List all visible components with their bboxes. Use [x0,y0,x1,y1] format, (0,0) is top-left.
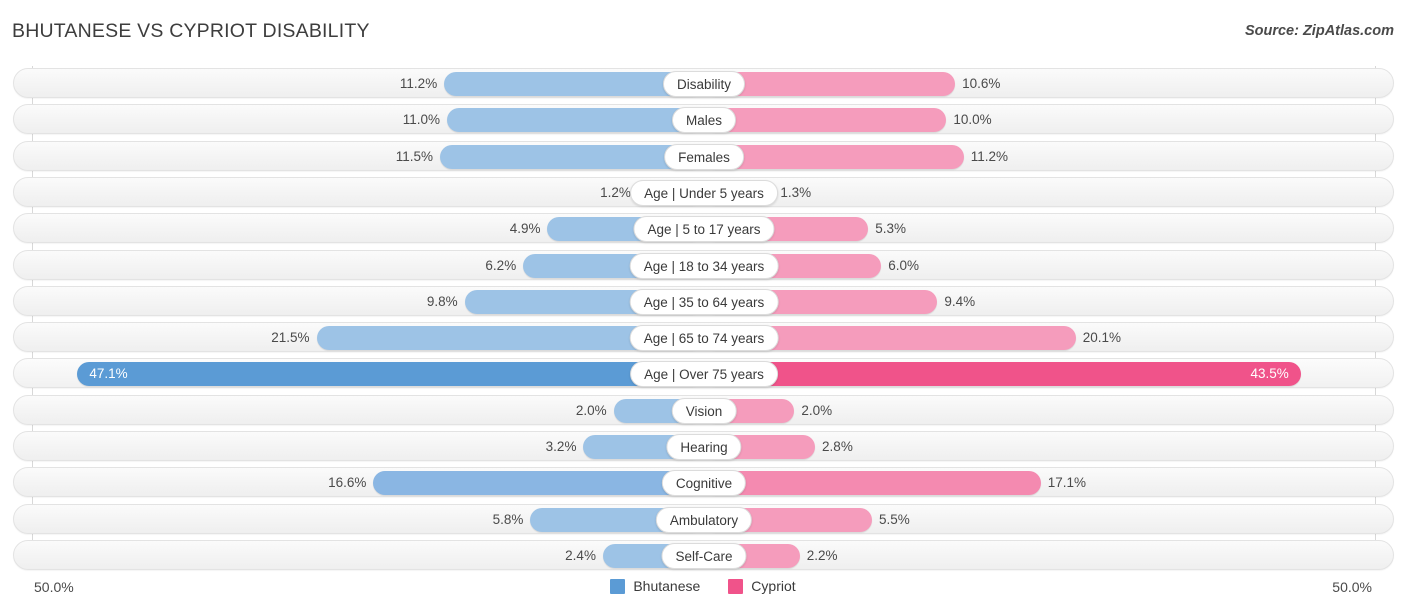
value-label-cypriot: 9.4% [944,293,976,309]
legend-item[interactable]: Cypriot [728,578,796,594]
legend-item[interactable]: Bhutanese [610,578,700,594]
row-label-pill[interactable]: Age | Over 75 years [630,361,778,388]
value-label-bhutanese: 47.1% [89,366,128,382]
chart-legend: Bhutanese Cypriot [0,578,1406,594]
value-label-cypriot: 1.3% [780,184,812,200]
legend-swatch-icon [610,578,626,594]
chart-row[interactable]: 9.8% 9.4% Age | 35 to 64 years [13,285,1394,316]
value-label-cypriot: 10.0% [953,112,992,128]
bar-cypriot[interactable] [704,108,947,133]
source-attribution: Source: ZipAtlas.com [1244,23,1394,39]
row-label-pill[interactable]: Males [671,107,737,134]
value-label-bhutanese: 3.2% [545,439,577,454]
value-label-cypriot: 20.1% [1082,330,1122,346]
row-label-pill[interactable]: Cognitive [661,470,747,497]
row-label-pill[interactable]: Disability [662,71,746,97]
bar-bhutanese[interactable] [447,108,704,133]
row-label-pill[interactable]: Vision [671,397,737,424]
value-label-bhutanese: 11.5% [395,148,433,164]
value-label-bhutanese: 4.9% [509,221,541,237]
chart-plot-area: 11.2% 10.6% Disability 11.0% 10.0% Males 11.5%… [0,58,1406,570]
chart-row[interactable]: 4.9% 5.3% Age | 5 to 17 years [13,213,1394,244]
value-label-cypriot: 6.0% [888,257,919,273]
value-label-cypriot: 17.1% [1047,475,1086,491]
page-title: BHUTANESE VS CYPRIOT DISABILITY [12,20,370,42]
chart-row[interactable]: 5.8% 5.5% Ambulatory [13,503,1394,534]
legend-swatch-icon [728,578,744,594]
value-label-cypriot: 11.2% [970,148,1009,164]
value-label-bhutanese: 16.6% [328,475,367,491]
value-label-cypriot: 5.5% [878,511,910,527]
chart-row[interactable]: 3.2% 2.8% Hearing [13,431,1394,461]
value-label-cypriot: 10.6% [962,76,1001,91]
value-label-bhutanese: 9.8% [426,293,458,309]
row-label-pill[interactable]: Self-Care [661,542,747,569]
row-label-pill[interactable]: Age | Under 5 years [630,179,778,206]
chart-footer: 50.0% 50.0% Bhutanese Cypriot [0,570,1406,612]
value-label-bhutanese: 1.2% [600,184,631,200]
value-label-bhutanese: 11.2% [399,76,438,91]
chart-row[interactable]: 16.6% 17.1% Cognitive [13,467,1394,498]
chart-row[interactable]: 21.5% 20.1% Age | 65 to 74 years [13,322,1394,353]
legend-label: Cypriot [751,578,796,594]
value-label-cypriot: 2.2% [806,547,838,563]
value-label-bhutanese: 5.8% [492,511,524,527]
row-label-pill[interactable]: Hearing [666,434,742,460]
bar-cypriot[interactable] [704,471,1041,496]
value-label-cypriot: 2.8% [822,439,853,454]
value-label-bhutanese: 21.5% [271,330,310,346]
value-label-cypriot: 2.0% [801,402,833,418]
chart-row[interactable]: 6.2% 6.0% Age | 18 to 34 years [13,249,1394,280]
chart-row[interactable]: 11.5% 11.2% Females [13,140,1394,171]
chart-row[interactable]: 11.0% 10.0% Males [13,104,1394,135]
chart-row[interactable]: 1.2% 1.3% Age | Under 5 years [13,176,1394,207]
row-label-pill[interactable]: Age | 18 to 34 years [629,252,779,279]
chart-row[interactable]: 2.4% 2.2% Self-Care [13,539,1394,570]
value-label-bhutanese: 11.0% [402,112,441,128]
chart-row[interactable]: 2.0% 2.0% Vision [13,394,1394,425]
row-label-pill[interactable]: Age | 5 to 17 years [633,216,775,243]
legend-label: Bhutanese [633,578,701,594]
chart-row[interactable]: 47.1% 43.5% Age | Over 75 years [13,358,1394,389]
chart-row[interactable]: 11.2% 10.6% Disability [13,68,1394,98]
value-label-bhutanese: 6.2% [485,257,517,273]
chart-header: BHUTANESE VS CYPRIOT DISABILITY Source: … [0,0,1406,58]
value-label-cypriot: 5.3% [875,221,906,237]
row-label-pill[interactable]: Females [664,143,744,170]
bar-bhutanese[interactable] [373,471,704,496]
value-label-cypriot: 43.5% [1250,366,1289,382]
value-label-bhutanese: 2.4% [565,547,596,563]
row-label-pill[interactable]: Ambulatory [655,506,753,533]
row-label-pill[interactable]: Age | 35 to 64 years [629,288,779,315]
value-label-bhutanese: 2.0% [575,402,607,418]
row-label-pill[interactable]: Age | 65 to 74 years [629,325,779,352]
